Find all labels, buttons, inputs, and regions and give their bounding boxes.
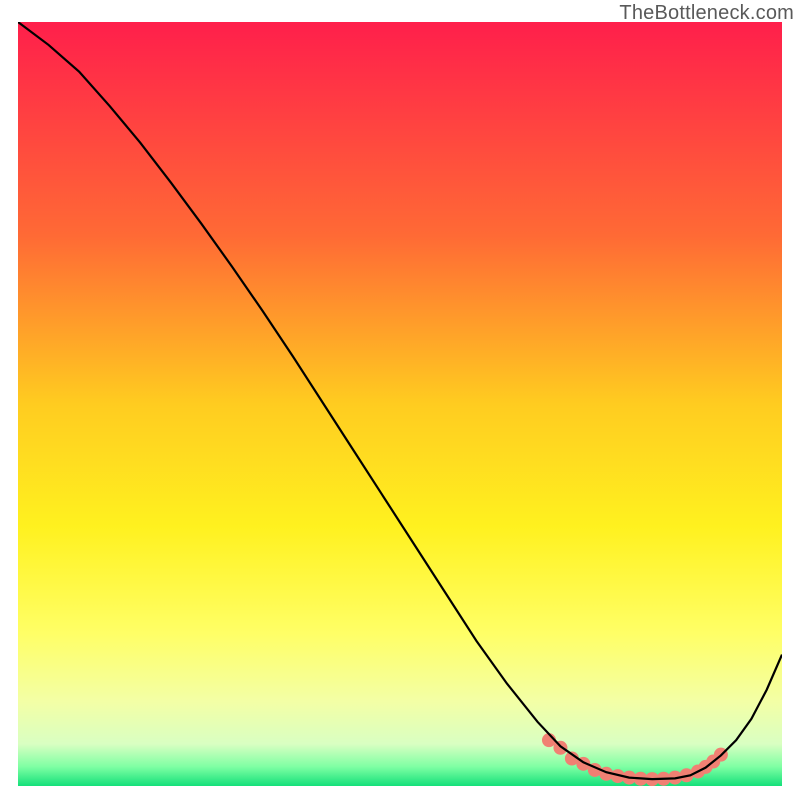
chart-plot bbox=[18, 22, 782, 786]
watermark-text: TheBottleneck.com bbox=[619, 2, 794, 25]
marker-dot bbox=[553, 741, 567, 755]
chart-background-gradient bbox=[18, 22, 782, 786]
chart-frame: TheBottleneck.com bbox=[0, 0, 800, 800]
chart-svg bbox=[18, 22, 782, 786]
